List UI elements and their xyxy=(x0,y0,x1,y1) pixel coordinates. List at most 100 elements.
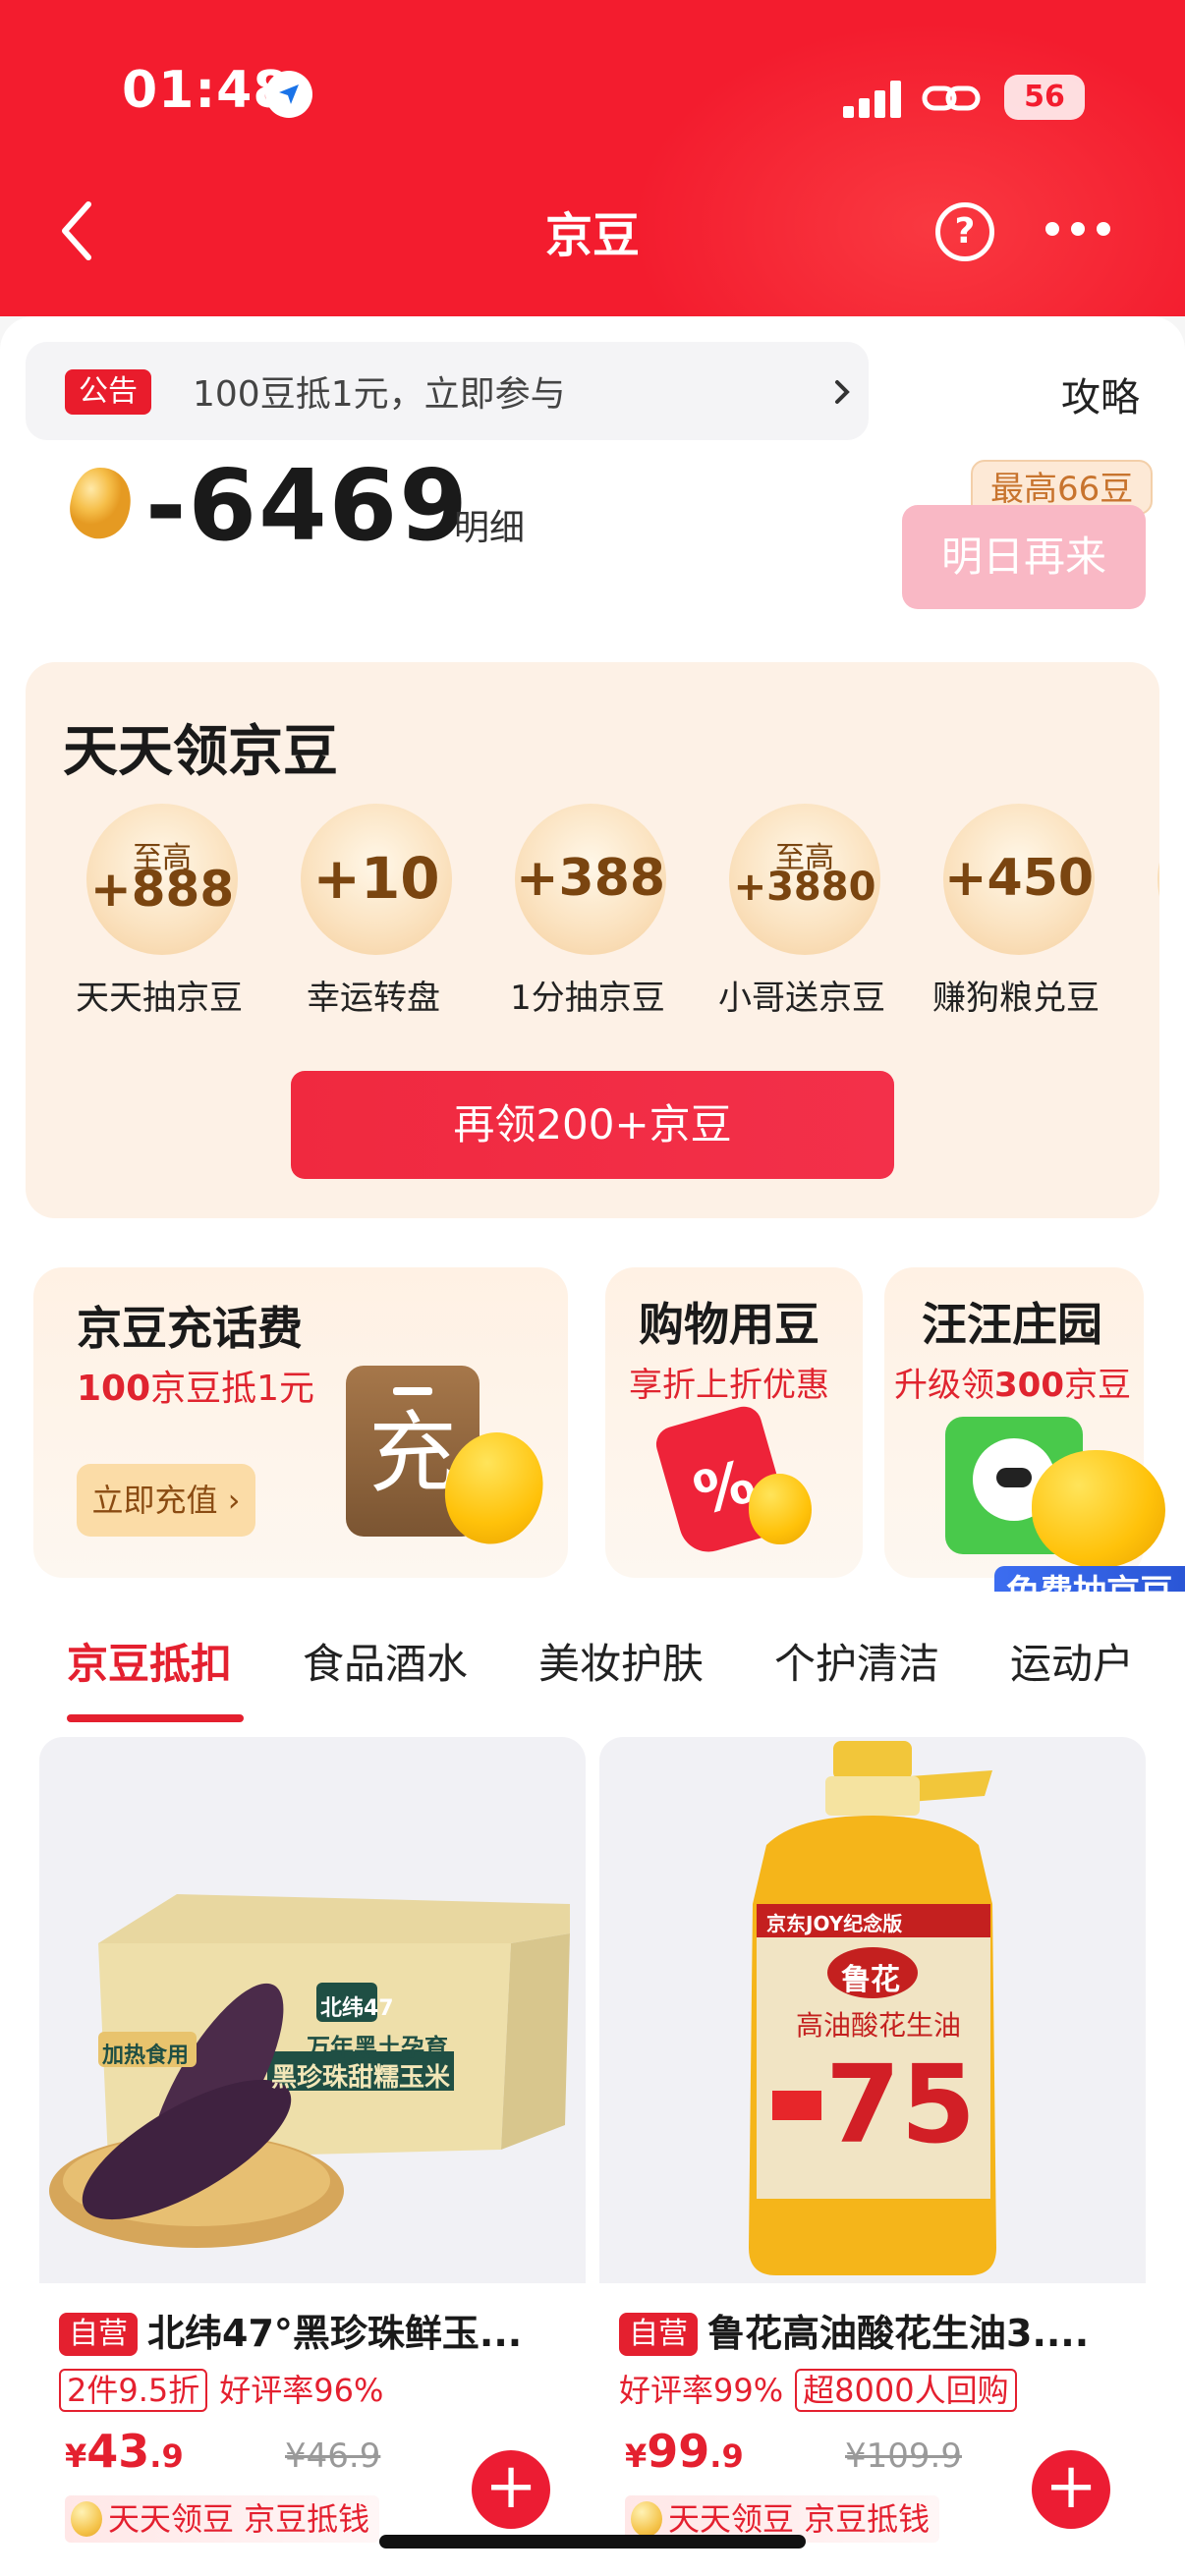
original-price: ¥109.9 xyxy=(845,2436,962,2476)
task-circle: 至高 +888 xyxy=(86,804,238,955)
promo-sub-suffix: 京豆 xyxy=(1063,1366,1131,1405)
product-image-corn[interactable] xyxy=(39,1737,586,2283)
task-circle: +450 xyxy=(943,804,1095,955)
box-side-label: 加热食用 xyxy=(102,2044,190,2068)
promo-sub-text: 京豆抵1元 xyxy=(150,1369,315,1409)
price-integer: 99 xyxy=(647,2425,710,2478)
recharge-now-button[interactable]: 立即充值 › xyxy=(77,1464,255,1537)
tab-outdoor-sports[interactable]: 运动户 xyxy=(1010,1631,1134,1691)
repurchase-badge: 超8000人回购 xyxy=(795,2369,1017,2412)
notice-bar[interactable]: 公告 100豆抵1元，立即参与 xyxy=(26,342,869,440)
battery-icon: 56 xyxy=(1004,75,1085,120)
task-play[interactable]: 玩 xyxy=(1134,804,1159,1000)
task-value: +450 xyxy=(943,849,1095,908)
promo-subtitle: 享折上折优惠 xyxy=(629,1366,829,1405)
recharge-button-label: 立即充值 xyxy=(91,1482,218,1519)
original-price: ¥46.9 xyxy=(285,2436,381,2476)
task-name: 1分抽京豆 xyxy=(510,979,665,1018)
cellular-signal-icon xyxy=(843,79,902,118)
price-currency: ¥ xyxy=(65,2437,87,2475)
promo-subtitle: 升级领300京豆 xyxy=(894,1358,1131,1406)
bean-deduct-tag: 天天领豆 京豆抵钱 xyxy=(65,2495,380,2543)
add-to-cart-button[interactable]: + xyxy=(472,2450,550,2529)
product-title-text: 鲁花高油酸花生油3.... xyxy=(707,2312,1090,2355)
rating-text: 好评率96% xyxy=(219,2372,384,2409)
task-circle: 至高 +3880 xyxy=(729,804,880,955)
active-tab-indicator xyxy=(67,1714,244,1722)
detail-link[interactable]: 明细 xyxy=(454,499,525,550)
tab-personal-care[interactable]: 个护清洁 xyxy=(774,1631,939,1691)
task-lucky-wheel[interactable]: +10 幸运转盘 xyxy=(277,804,470,1018)
price-integer: 43 xyxy=(86,2425,150,2478)
tab-food-drinks[interactable]: 食品酒水 xyxy=(303,1631,468,1691)
task-circle: +388 xyxy=(515,804,666,955)
bean-deduct-text: 天天领豆 京豆抵钱 xyxy=(108,2500,370,2538)
bottle-brand: 鲁花 xyxy=(841,1963,900,1997)
task-daily-draw[interactable]: 至高 +888 天天抽京豆 xyxy=(63,804,255,1018)
bottle-number: 75 xyxy=(825,2042,977,2167)
bean-deduct-text: 天天领豆 京豆抵钱 xyxy=(668,2500,931,2538)
floating-bean-illustration[interactable] xyxy=(1032,1450,1165,1568)
task-one-cent-draw[interactable]: +388 1分抽京豆 xyxy=(491,804,684,1018)
claim-more-beans-button[interactable]: 再领200+京豆 xyxy=(291,1071,894,1179)
product-price: ¥99.9 xyxy=(625,2425,744,2478)
bean-balance: -6469 xyxy=(145,448,470,563)
price-decimal: .9 xyxy=(149,2437,184,2475)
promo-subtitle: 100京豆抵1元 xyxy=(77,1360,314,1411)
bottle-product-name: 高油酸花生油 xyxy=(796,2009,962,2042)
come-back-tomorrow-button[interactable]: 明日再来 xyxy=(902,505,1146,609)
task-value: +3880 xyxy=(733,865,876,910)
tab-bean-deduction[interactable]: 京豆抵扣 xyxy=(67,1631,232,1691)
promo-title: 汪汪庄园 xyxy=(922,1298,1102,1351)
home-indicator[interactable] xyxy=(379,2535,806,2548)
more-icon[interactable] xyxy=(1045,222,1110,242)
bean-mini-icon xyxy=(71,2501,102,2537)
location-arrow-icon xyxy=(265,71,312,118)
box-product-name: 黑珍珠甜糯玉米 xyxy=(271,2063,451,2093)
task-circle: +10 xyxy=(301,804,452,955)
promo-title: 京豆充话费 xyxy=(77,1302,303,1355)
product-title: 自营 鲁花高油酸花生油3.... xyxy=(619,2303,1130,2357)
task-name: 小哥送京豆 xyxy=(718,979,885,1018)
category-tabs: 京豆抵扣 食品酒水 美妆护肤 个护清洁 运动户 xyxy=(0,1592,1185,1721)
add-to-cart-button[interactable]: + xyxy=(1032,2450,1110,2529)
chevron-right-icon xyxy=(829,377,855,407)
page-title: 京豆 xyxy=(544,208,640,263)
header: 01:48 56 京豆 ? xyxy=(0,0,1185,316)
promo-recharge-card[interactable]: 京豆充话费 100京豆抵1元 立即充值 › 充 xyxy=(33,1267,568,1578)
jingdou-bean-icon xyxy=(65,464,136,542)
task-value: +388 xyxy=(515,849,666,908)
task-circle xyxy=(1157,804,1159,955)
task-courier-beans[interactable]: 至高 +3880 小哥送京豆 xyxy=(705,804,898,1018)
promo-title: 购物用豆 xyxy=(639,1298,819,1351)
tab-beauty[interactable]: 美妆护肤 xyxy=(538,1631,704,1691)
bean-mini-icon xyxy=(631,2501,662,2537)
product-badges: 好评率99% 超8000人回购 xyxy=(619,2366,1029,2412)
header-glow xyxy=(629,20,1185,316)
task-value: +888 xyxy=(89,861,235,918)
strategy-link[interactable]: 攻略 xyxy=(1061,365,1140,422)
promo-sub-number: 100 xyxy=(77,1369,151,1409)
product-badges: 2件9.5折 好评率96% xyxy=(59,2366,395,2412)
hotspot-link-icon xyxy=(922,81,981,116)
product-card-oil[interactable]: 京东JOY纪念版 鲁花 高油酸花生油 75 自营 鲁花高油酸花生油3.... 好评… xyxy=(599,1737,1146,2576)
discount-badge: 2件9.5折 xyxy=(59,2369,208,2412)
product-title-text: 北纬47°黑珍珠鲜玉... xyxy=(147,2312,523,2355)
bean-illustration xyxy=(749,1474,812,1544)
notice-tag: 公告 xyxy=(65,369,151,415)
task-name: 天天抽京豆 xyxy=(76,979,243,1018)
status-time: 01:48 xyxy=(122,61,290,120)
price-currency: ¥ xyxy=(625,2437,648,2475)
product-card-corn[interactable]: 北纬47 万年黑土孕育 黑珍珠甜糯玉米 加热食用 自营 北纬47°黑珍珠鲜玉...… xyxy=(39,1737,586,2576)
daily-beans-title: 天天领京豆 xyxy=(63,720,338,784)
task-name: 幸运转盘 xyxy=(307,979,440,1018)
rating-text: 好评率99% xyxy=(619,2372,784,2409)
help-icon[interactable]: ? xyxy=(935,202,994,261)
product-title: 自营 北纬47°黑珍珠鲜玉... xyxy=(59,2303,570,2357)
promo-sub-number: 300 xyxy=(994,1366,1064,1405)
self-operated-tag: 自营 xyxy=(619,2313,698,2356)
self-operated-tag: 自营 xyxy=(59,2313,138,2356)
task-value: +10 xyxy=(312,845,440,912)
bottle-top-label: 京东JOY纪念版 xyxy=(766,1912,903,1935)
price-decimal: .9 xyxy=(709,2437,744,2475)
